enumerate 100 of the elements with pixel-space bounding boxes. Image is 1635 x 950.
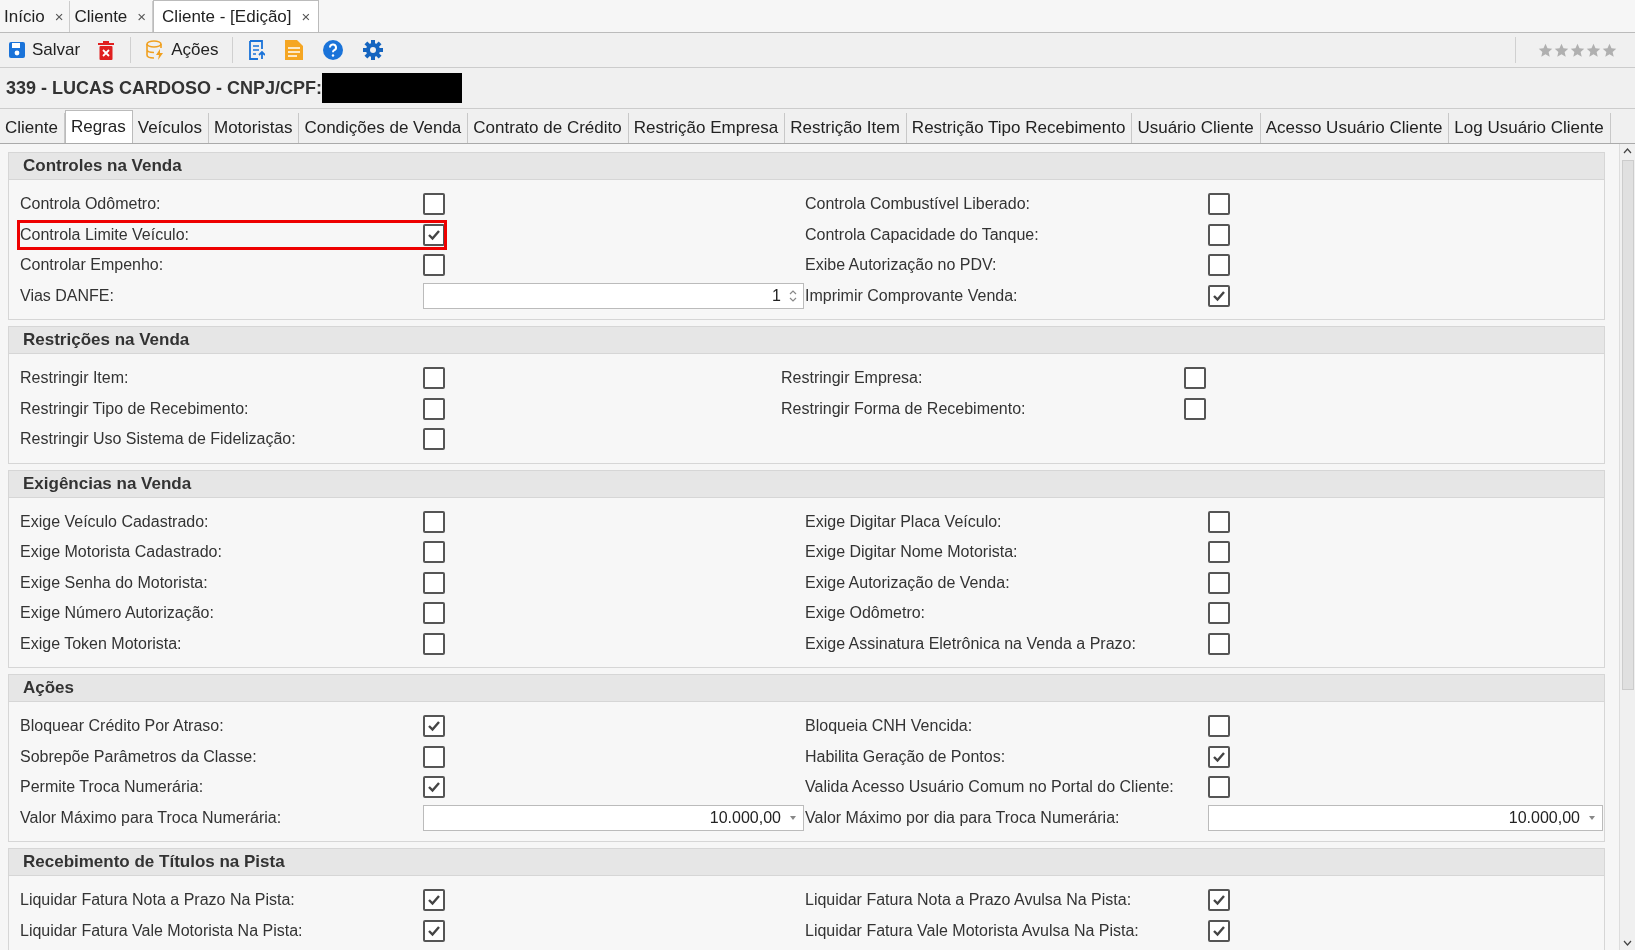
field-label: Restringir Uso Sistema de Fidelização: <box>20 430 297 449</box>
save-button[interactable]: Salvar <box>6 38 83 62</box>
section-header: Ações <box>9 675 1604 702</box>
check-icon <box>1212 894 1226 907</box>
checkbox[interactable] <box>1208 571 1230 594</box>
check-icon <box>1212 289 1226 302</box>
checkbox[interactable] <box>423 254 445 277</box>
checkbox[interactable] <box>1208 632 1230 655</box>
document-tab[interactable]: Início × <box>0 1 71 32</box>
field-label: Exige Odômetro: <box>805 604 927 623</box>
section-header: Restrições na Venda <box>9 327 1604 354</box>
field-label: Restringir Forma de Recebimento: <box>781 399 1027 418</box>
field-label: Exige Digitar Nome Motorista: <box>805 543 1019 562</box>
checkbox[interactable] <box>423 715 445 738</box>
checkbox[interactable] <box>423 541 445 564</box>
field-label: Imprimir Comprovante Venda: <box>805 286 1019 305</box>
field-label: Exige Motorista Cadastrado: <box>20 543 223 562</box>
field-label: Exige Token Motorista: <box>20 634 183 653</box>
field-label: Exibe Autorização no PDV: <box>805 256 998 275</box>
field-label: Controla Odômetro: <box>20 195 162 214</box>
caret-icon[interactable] <box>1588 814 1596 821</box>
field-label: Sobrepõe Parâmetros da Classe: <box>20 747 258 766</box>
field-label: Vias DANFE: <box>20 286 115 305</box>
checkbox[interactable] <box>1208 776 1230 799</box>
checkbox[interactable] <box>1208 745 1230 768</box>
check-icon <box>1212 924 1226 937</box>
field-label: Habilita Geração de Pontos: <box>805 747 1007 766</box>
close-icon[interactable]: × <box>301 8 311 25</box>
close-icon[interactable]: × <box>54 8 64 25</box>
field-label: Liquidar Fatura Nota a Prazo Avulsa Na Pista: <box>805 891 1133 910</box>
checkbox[interactable] <box>1184 397 1206 420</box>
document-icon[interactable] <box>249 40 266 60</box>
caret-icon[interactable] <box>789 814 797 821</box>
checkbox[interactable] <box>423 397 445 420</box>
field-label: Valor Máximo por dia para Troca Numerária: <box>805 808 1121 827</box>
checkbox[interactable] <box>1208 193 1230 216</box>
check-icon <box>427 781 441 794</box>
checkbox[interactable] <box>423 602 445 625</box>
checkbox[interactable] <box>423 889 445 912</box>
field-label: Bloquear Crédito Por Atraso: <box>20 717 225 736</box>
scroll-down-icon[interactable] <box>1623 940 1632 946</box>
settings-icon[interactable] <box>363 40 384 60</box>
field-label: Valor Máximo para Troca Numerária: <box>20 808 283 827</box>
field-label: Controla Capacidade do Tanque: <box>805 225 1040 244</box>
checkbox[interactable] <box>423 193 445 216</box>
amount-dropdown[interactable]: 10.000,00 <box>1208 804 1603 831</box>
section-header: Controles na Venda <box>9 153 1604 180</box>
field-label: Valida Acesso Usuário Comum no Portal do Cliente: <box>805 778 1175 797</box>
tab[interactable]: Regras <box>64 110 133 143</box>
checkbox[interactable] <box>1208 223 1230 246</box>
field-label: Restringir Tipo de Recebimento: <box>20 399 250 418</box>
field-label: Liquidar Fatura Vale Motorista Avulsa Na Pista: <box>805 921 1140 940</box>
checkbox[interactable] <box>1208 541 1230 564</box>
actions-button[interactable]: Ações <box>143 38 221 62</box>
database-icon <box>145 40 166 60</box>
amount-dropdown[interactable]: 10.000,00 <box>423 804 804 831</box>
checkbox[interactable] <box>423 571 445 594</box>
checkbox[interactable] <box>1208 510 1230 533</box>
field-label: Liquidar Fatura Vale Motorista Na Pista: <box>20 921 304 940</box>
rating-stars[interactable] <box>1538 42 1617 58</box>
help-icon[interactable] <box>323 40 344 60</box>
checkbox[interactable] <box>1208 254 1230 277</box>
field-label: Exige Digitar Placa Veículo: <box>805 512 1003 531</box>
scroll-up-icon[interactable] <box>1623 148 1632 154</box>
section-header: Exigências na Venda <box>9 470 1604 498</box>
checkbox[interactable] <box>423 428 445 451</box>
field-label: Controlar Empenho: <box>20 256 165 275</box>
checkbox[interactable] <box>1208 919 1230 942</box>
check-icon <box>1212 750 1226 763</box>
check-icon <box>427 228 441 241</box>
checkbox[interactable] <box>423 745 445 768</box>
section-header: Recebimento de Títulos na Pista <box>9 849 1604 876</box>
check-icon <box>427 894 441 907</box>
field-label: Exige Autorização de Venda: <box>805 573 1011 592</box>
checkbox[interactable] <box>423 919 445 942</box>
checkbox[interactable] <box>1208 284 1230 307</box>
field-label: Liquidar Fatura Nota a Prazo Na Pista: <box>20 891 296 910</box>
scrollbar-thumb[interactable] <box>1621 160 1634 690</box>
document-tab[interactable]: Cliente - [Edição] × <box>153 0 320 32</box>
field-label: Controla Combustível Liberado: <box>805 195 1031 214</box>
close-icon[interactable]: × <box>137 8 147 25</box>
checkbox[interactable] <box>1208 715 1230 738</box>
field-label: Restringir Item: <box>20 369 130 388</box>
field-label: Bloqueia CNH Vencida: <box>805 717 974 736</box>
field-label: Permite Troca Numerária: <box>20 778 205 797</box>
checkbox[interactable] <box>423 367 445 390</box>
checkbox[interactable] <box>1208 602 1230 625</box>
checkbox[interactable] <box>423 223 445 246</box>
field-label: Restringir Empresa: <box>781 369 924 388</box>
checkbox[interactable] <box>1208 889 1230 912</box>
field-label: Exige Assinatura Eletrônica na Venda a Prazo: <box>805 634 1137 653</box>
trash-icon[interactable] <box>98 40 115 60</box>
number-field[interactable]: 1 <box>423 282 804 309</box>
field-label: Controla Limite Veículo: <box>20 225 190 244</box>
checkbox[interactable] <box>423 776 445 799</box>
checkbox[interactable] <box>423 632 445 655</box>
field-label: Exige Senha do Motorista: <box>20 573 209 592</box>
check-icon <box>427 720 441 733</box>
checkbox[interactable] <box>423 510 445 533</box>
checkbox[interactable] <box>1184 367 1206 390</box>
